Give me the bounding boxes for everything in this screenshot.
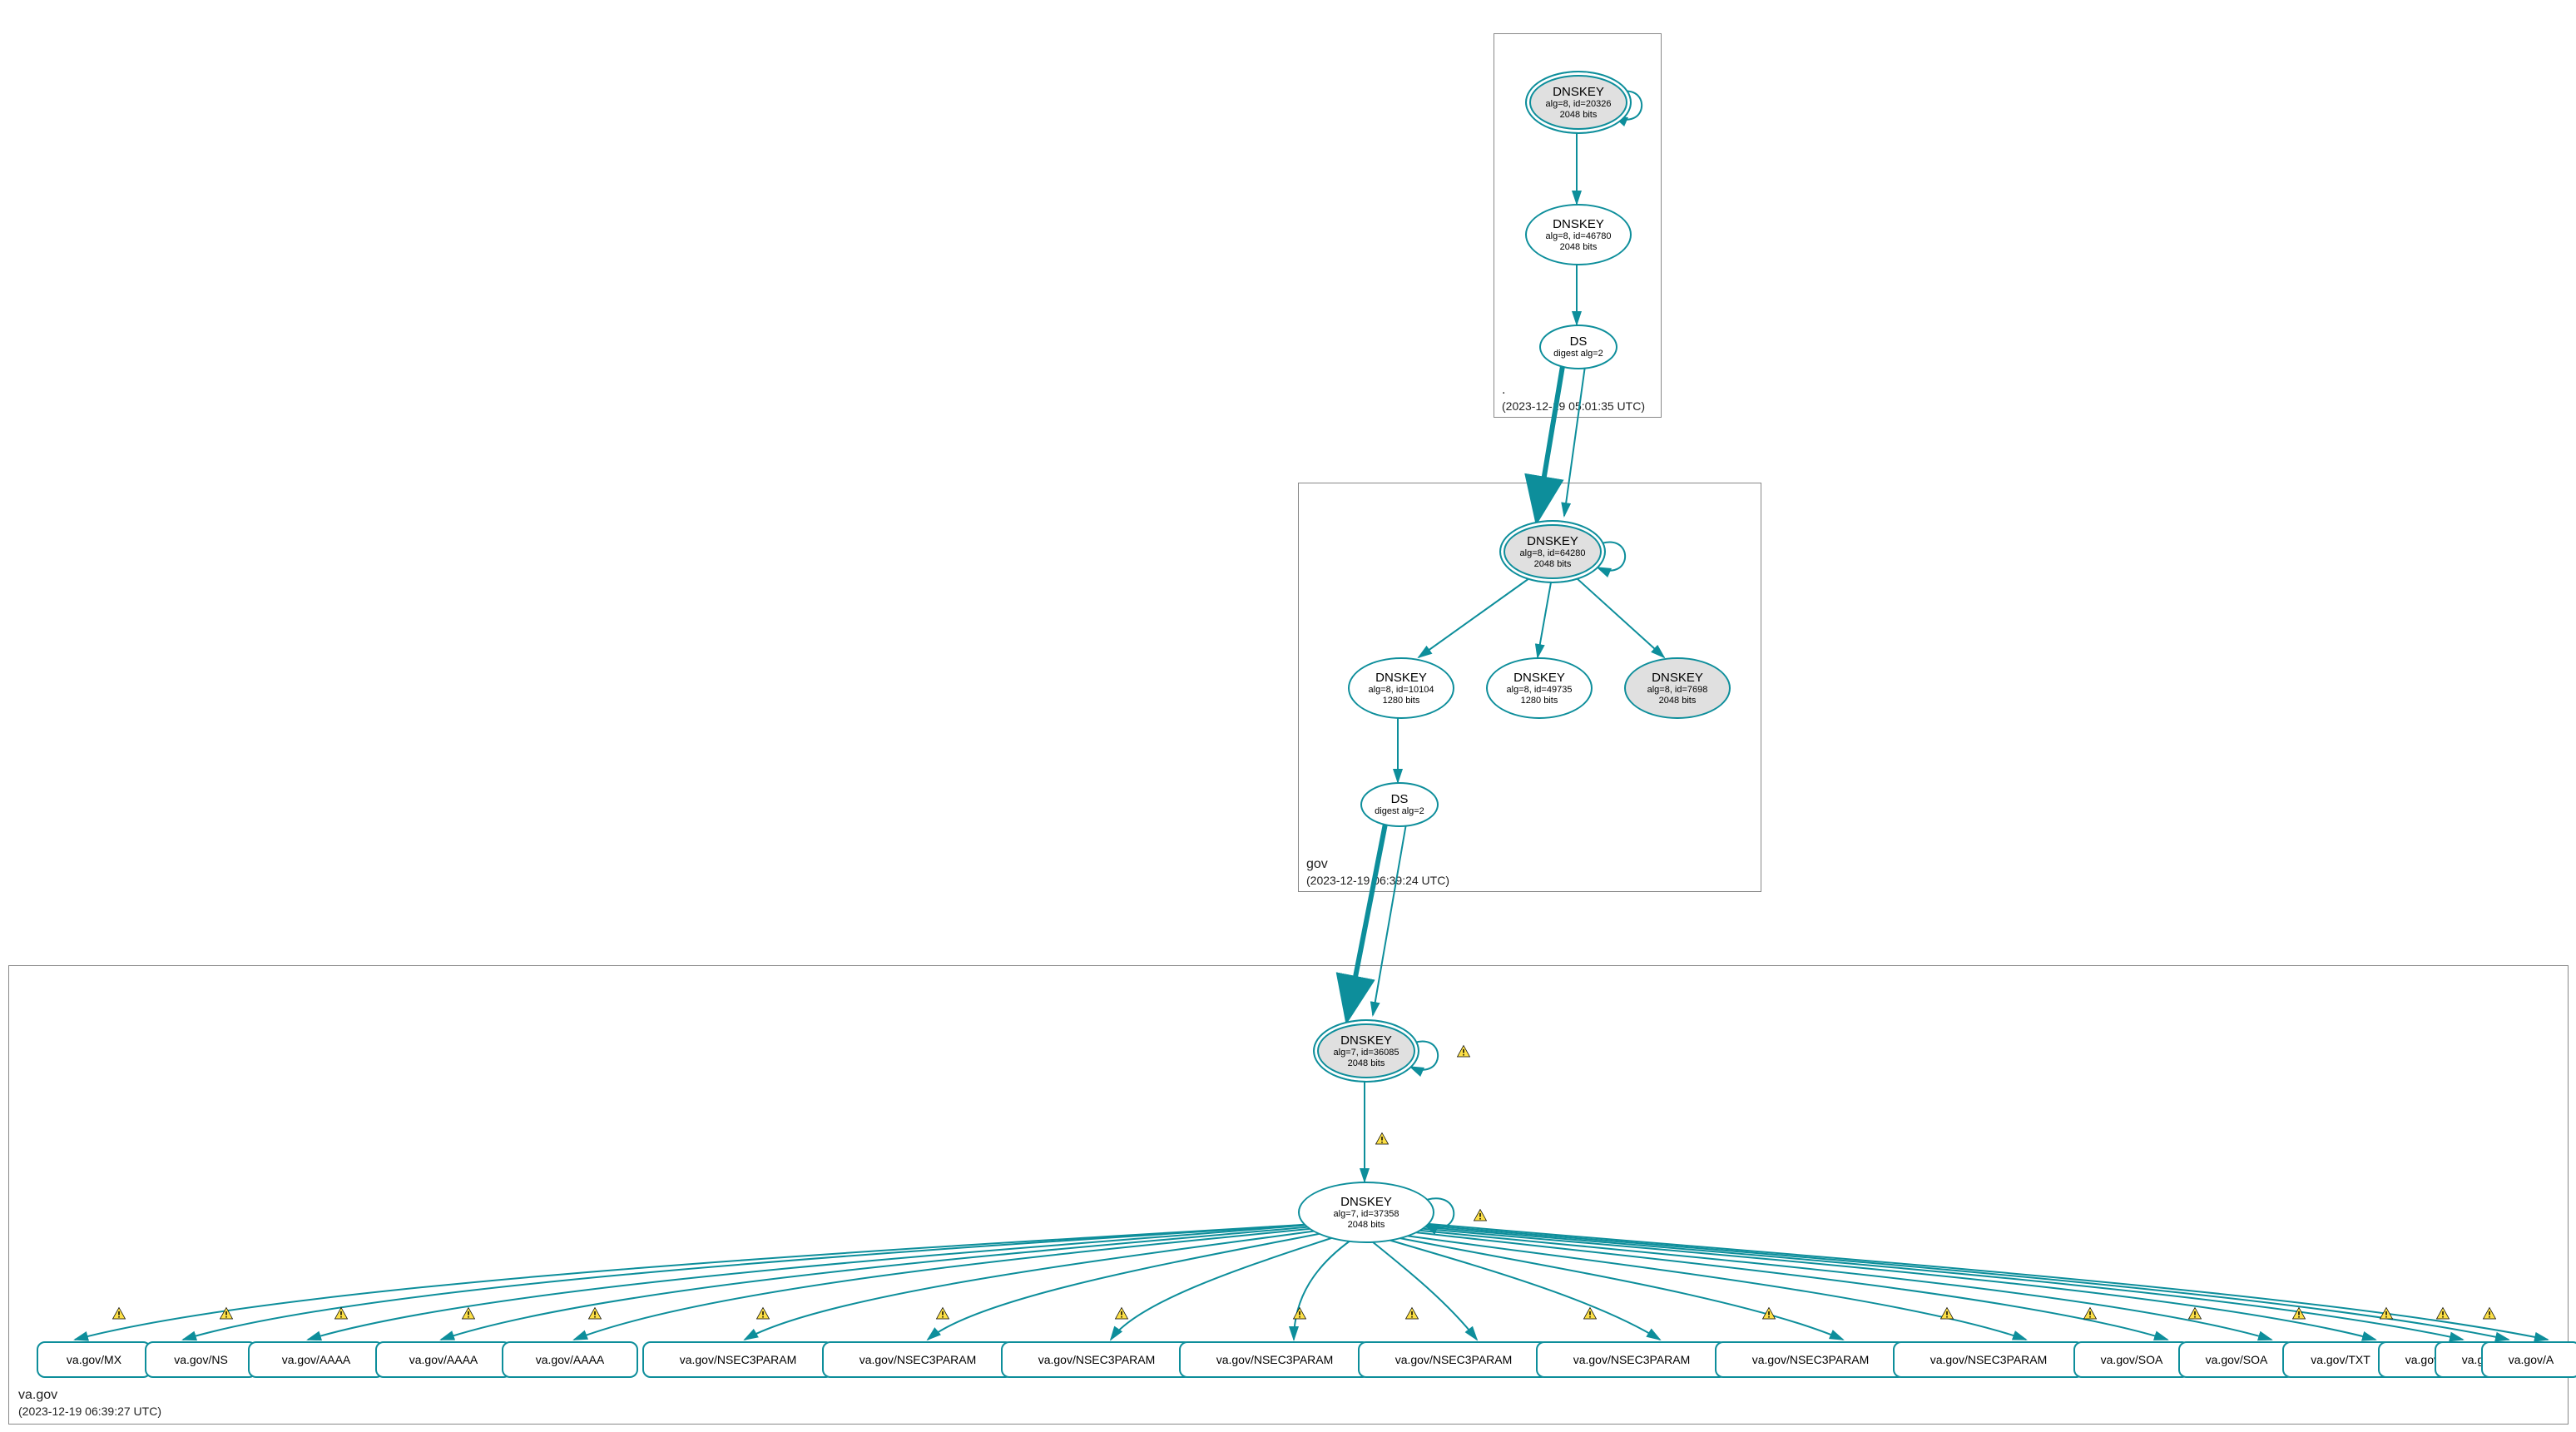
node-line1: alg=8, id=10104 xyxy=(1369,685,1434,695)
node-root-zsk: DNSKEY alg=8, id=46780 2048 bits xyxy=(1525,204,1632,265)
node-line1: alg=8, id=7698 xyxy=(1647,685,1708,695)
node-title: DNSKEY xyxy=(1340,1195,1392,1209)
node-line2: 2048 bits xyxy=(1534,559,1572,569)
warning-icon xyxy=(755,1306,770,1321)
warning-icon xyxy=(1939,1306,1954,1321)
node-root-ksk: DNSKEY alg=8, id=20326 2048 bits xyxy=(1525,71,1632,134)
leaf-record: va.gov/A xyxy=(2481,1341,2576,1378)
leaf-record: va.gov/AAAA xyxy=(502,1341,638,1378)
node-gov-zsk1: DNSKEY alg=8, id=10104 1280 bits xyxy=(1348,657,1454,719)
leaf-record: va.gov/NSEC3PARAM xyxy=(1536,1341,1727,1378)
warning-icon xyxy=(1292,1306,1307,1321)
node-title: DNSKEY xyxy=(1553,217,1604,231)
warning-icon xyxy=(111,1306,126,1321)
warning-icon xyxy=(1456,1044,1471,1059)
node-line2: 1280 bits xyxy=(1521,696,1558,706)
edges-layer xyxy=(0,0,2576,1432)
warning-icon xyxy=(587,1306,602,1321)
leaf-record: va.gov/AAAA xyxy=(375,1341,512,1378)
warning-icon xyxy=(219,1306,234,1321)
node-title: DS xyxy=(1570,334,1588,349)
node-line2: 2048 bits xyxy=(1659,696,1697,706)
warning-icon xyxy=(1375,1132,1390,1147)
leaf-record: va.gov/NSEC3PARAM xyxy=(822,1341,1013,1378)
node-line2: 2048 bits xyxy=(1348,1220,1385,1230)
node-title: DNSKEY xyxy=(1527,534,1578,548)
warning-icon xyxy=(2435,1306,2450,1321)
node-line1: alg=8, id=46780 xyxy=(1546,231,1612,241)
warning-icon xyxy=(935,1306,950,1321)
node-line1: alg=8, id=20326 xyxy=(1546,99,1612,109)
warning-icon xyxy=(1583,1306,1598,1321)
node-line2: 2048 bits xyxy=(1560,110,1598,120)
node-gov-zsk2: DNSKEY alg=8, id=49735 1280 bits xyxy=(1486,657,1593,719)
warning-icon xyxy=(2083,1306,2098,1321)
warning-icon xyxy=(2187,1306,2202,1321)
node-gov-ksk: DNSKEY alg=8, id=64280 2048 bits xyxy=(1499,520,1606,583)
warning-icon xyxy=(1114,1306,1129,1321)
node-root-ds: DS digest alg=2 xyxy=(1539,325,1617,369)
warning-icon xyxy=(334,1306,349,1321)
node-line2: 2048 bits xyxy=(1348,1058,1385,1068)
node-gov-zsk3: DNSKEY alg=8, id=7698 2048 bits xyxy=(1624,657,1731,719)
node-line1: digest alg=2 xyxy=(1553,349,1603,359)
diagram-canvas: . (2023-12-19 05:01:35 UTC) gov (2023-12… xyxy=(0,0,2576,1432)
node-line1: alg=7, id=36085 xyxy=(1334,1048,1399,1058)
warning-icon xyxy=(2379,1306,2394,1321)
node-title: DNSKEY xyxy=(1553,85,1604,99)
node-vagov-ksk: DNSKEY alg=7, id=36085 2048 bits xyxy=(1313,1019,1419,1083)
leaf-record: va.gov/MX xyxy=(37,1341,151,1378)
node-title: DS xyxy=(1391,792,1409,806)
warning-icon xyxy=(2291,1306,2306,1321)
node-line1: alg=7, id=37358 xyxy=(1334,1209,1399,1219)
node-line2: 1280 bits xyxy=(1383,696,1420,706)
warning-icon xyxy=(1761,1306,1776,1321)
node-line1: digest alg=2 xyxy=(1375,806,1424,816)
node-gov-ds: DS digest alg=2 xyxy=(1360,782,1439,827)
leaf-record: va.gov/NSEC3PARAM xyxy=(1001,1341,1192,1378)
leaf-record: va.gov/AAAA xyxy=(248,1341,384,1378)
node-title: DNSKEY xyxy=(1513,671,1565,685)
leaf-record: va.gov/NSEC3PARAM xyxy=(642,1341,834,1378)
warning-icon xyxy=(1473,1208,1488,1223)
node-line1: alg=8, id=64280 xyxy=(1520,548,1586,558)
node-vagov-zsk: DNSKEY alg=7, id=37358 2048 bits xyxy=(1298,1182,1434,1243)
node-title: DNSKEY xyxy=(1652,671,1703,685)
leaf-record: va.gov/SOA xyxy=(2073,1341,2190,1378)
leaf-record: va.gov/SOA xyxy=(2178,1341,2295,1378)
leaf-record: va.gov/NSEC3PARAM xyxy=(1893,1341,2084,1378)
node-line2: 2048 bits xyxy=(1560,242,1598,252)
warning-icon xyxy=(2482,1306,2497,1321)
leaf-record: va.gov/NS xyxy=(145,1341,257,1378)
leaf-record: va.gov/NSEC3PARAM xyxy=(1715,1341,1906,1378)
warning-icon xyxy=(1404,1306,1419,1321)
node-title: DNSKEY xyxy=(1340,1033,1392,1048)
leaf-record: va.gov/NSEC3PARAM xyxy=(1179,1341,1370,1378)
node-title: DNSKEY xyxy=(1375,671,1427,685)
node-line1: alg=8, id=49735 xyxy=(1507,685,1573,695)
leaf-record: va.gov/NSEC3PARAM xyxy=(1358,1341,1549,1378)
warning-icon xyxy=(461,1306,476,1321)
